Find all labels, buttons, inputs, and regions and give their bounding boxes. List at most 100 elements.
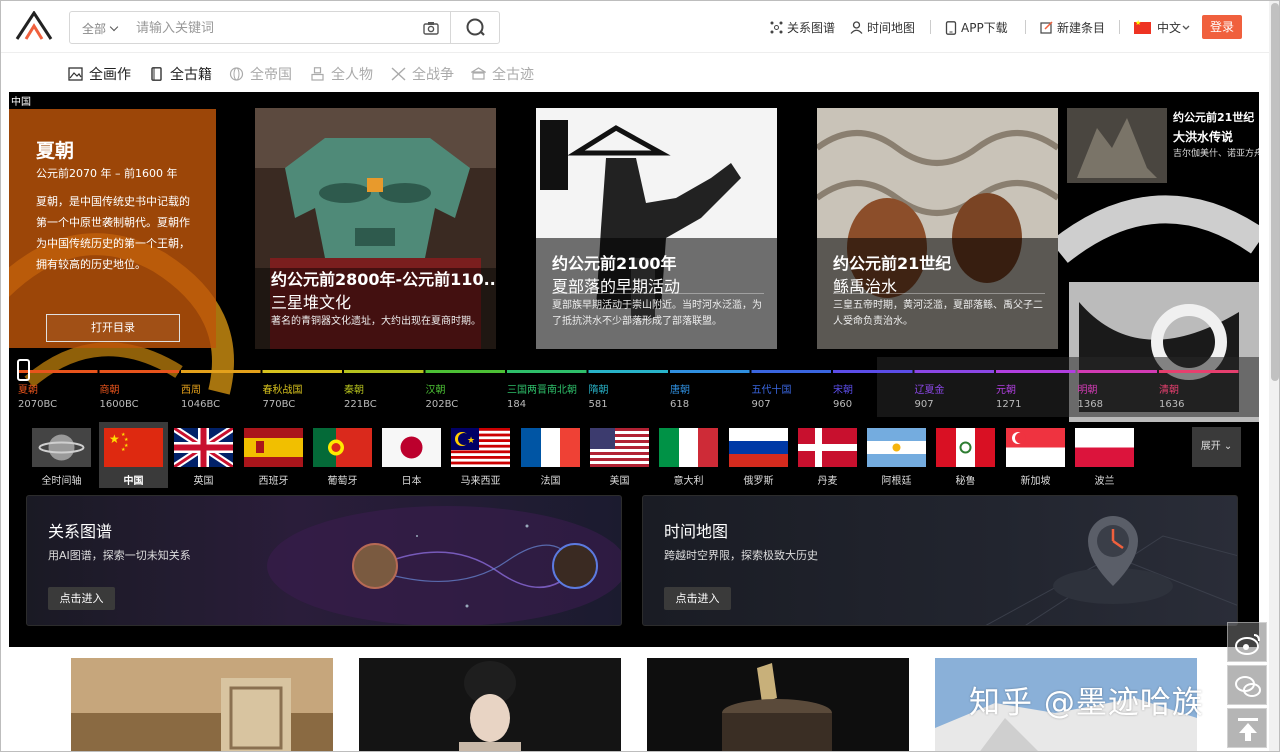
timeline-dynasty[interactable]: 清朝 1636 — [1159, 384, 1184, 412]
enter-button[interactable]: 点击进入 — [48, 587, 115, 610]
back-to-top-button[interactable] — [1227, 708, 1267, 748]
timeline-dynasty[interactable]: 秦朝 221BC — [344, 384, 377, 412]
timeline-segment[interactable] — [914, 370, 995, 373]
timeline-dynasty[interactable]: 明朝 1368 — [1078, 384, 1103, 412]
country-spain[interactable]: 西班牙 — [239, 422, 308, 488]
dynasty-name: 宋朝 — [833, 385, 853, 396]
timeline-segment[interactable] — [670, 370, 750, 373]
nav-time-map[interactable]: 时间地图 — [850, 19, 915, 36]
timeline-segment[interactable] — [1159, 370, 1239, 373]
search-button[interactable] — [450, 12, 500, 43]
login-button[interactable]: 登录 — [1202, 15, 1242, 39]
event-card-description: 著名的青铜器文化遗址，大约出现在夏商时期。 — [271, 316, 481, 327]
expand-countries-button[interactable]: 展开 ⌄ — [1192, 427, 1241, 467]
scrollbar-thumb[interactable] — [1271, 3, 1279, 381]
timeline-segment[interactable] — [99, 370, 180, 373]
country-china[interactable]: ★ ★ ★ ★ ★ 中国 — [99, 422, 168, 488]
search-scope-select[interactable]: 全部 — [82, 20, 119, 37]
event-card-flood-control[interactable]: 约公元前21世纪 鲧禹治水 三皇五帝时期，黄河泛滥，夏部落鲧、禹父子二人受命负责… — [817, 108, 1058, 349]
country-label: 日本 — [401, 476, 422, 487]
timeline-dynasty[interactable]: 春秋战国 770BC — [263, 384, 303, 412]
country-singapore[interactable]: 新加坡 — [1001, 422, 1070, 488]
dynasty-name: 秦朝 — [344, 385, 364, 396]
site-logo[interactable] — [15, 11, 53, 41]
country-italy[interactable]: 意大利 — [654, 422, 723, 488]
country-japan[interactable]: 日本 — [377, 422, 446, 488]
panel-title: 时间地图 — [664, 522, 729, 541]
enter-button[interactable]: 点击进入 — [664, 587, 731, 610]
category-empires[interactable]: 全帝国 — [229, 64, 292, 84]
timeline-dynasty[interactable]: 汉朝 202BC — [426, 384, 459, 412]
weibo-share-button[interactable] — [1227, 622, 1267, 662]
dynasty-name: 汉朝 — [425, 385, 446, 396]
dynasty-name: 清朝 — [1159, 385, 1179, 396]
open-catalog-button[interactable]: 打开目录 — [46, 314, 180, 342]
timeline-segment[interactable] — [751, 370, 832, 373]
timeline-dynasty[interactable]: 唐朝 618 — [670, 384, 690, 412]
event-card-xia-tribe[interactable]: 约公元前2100年 夏部落的早期活动 夏部族早期活动于崇山附近。当时河水泛滥，为… — [536, 108, 777, 349]
dynasty-name: 春秋战国 — [262, 385, 303, 396]
category-paintings[interactable]: 全画作 — [68, 64, 131, 84]
content-card-image[interactable] — [359, 658, 621, 752]
arrow-up-icon — [1238, 718, 1258, 741]
timeline-segment[interactable] — [588, 370, 669, 373]
timeline-dynasty[interactable]: 宋朝 960 — [833, 384, 853, 412]
country-russia[interactable]: 俄罗斯 — [724, 422, 793, 488]
category-bar: 全画作 全古籍 全帝国 全人物 全战争 全古迹 — [1, 54, 1269, 92]
category-wars[interactable]: 全战争 — [391, 64, 454, 84]
hero-section: 中国 夏朝 公元前2070 年 – 前1600 年 夏朝，是中国传统史书中记载的… — [9, 92, 1259, 647]
edit-icon — [1040, 21, 1053, 34]
timeline-segment[interactable] — [1077, 370, 1158, 373]
event-card-subtitle: 大洪水传说 — [1173, 130, 1234, 144]
dynasty-name: 唐朝 — [670, 385, 690, 396]
feature-panel-relationship-graph[interactable]: 关系图谱 用AI图谱，探索一切未知关系 点击进入 — [26, 495, 622, 626]
nav-app-download[interactable]: APP下载 — [945, 19, 1008, 36]
country-label: 波兰 — [1094, 476, 1115, 487]
country-all-timeline[interactable]: 全时间轴 — [27, 422, 96, 488]
nav-new-entry[interactable]: 新建条目 — [1040, 19, 1105, 36]
category-monuments[interactable]: 全古迹 — [471, 64, 534, 84]
content-card-image[interactable] — [647, 658, 909, 752]
event-card-sanxingdui[interactable]: 约公元前2800年-公元前110... 三星堆文化 著名的青铜器文化遗址，大约出… — [255, 108, 496, 349]
country-malaysia[interactable]: ★ 马来西亚 — [446, 422, 515, 488]
timeline-dynasty[interactable]: 三国两晋南北朝 184 — [507, 384, 577, 412]
search-input[interactable] — [136, 17, 416, 39]
camera-icon[interactable] — [422, 19, 440, 37]
country-peru[interactable]: 秘鲁 — [931, 422, 1000, 488]
timeline-dynasty[interactable]: 五代十国 907 — [752, 384, 792, 412]
country-label: 法国 — [540, 476, 561, 487]
feature-panel-time-map[interactable]: 时间地图 跨越时空界限，探索极致大历史 点击进入 — [642, 495, 1238, 626]
timeline-segment[interactable] — [833, 370, 913, 373]
country-portugal[interactable]: 葡萄牙 — [308, 422, 377, 488]
category-ancient-books[interactable]: 全古籍 — [149, 64, 212, 84]
content-card-image[interactable] — [71, 658, 333, 752]
timeline-segment[interactable] — [344, 370, 424, 373]
timeline-segment[interactable] — [425, 370, 506, 373]
country-france[interactable]: 法国 — [516, 422, 585, 488]
timeline-dynasty[interactable]: 隋朝 581 — [589, 384, 609, 412]
language-select[interactable]: 中文 — [1134, 19, 1195, 36]
flag-uk-icon — [174, 428, 233, 467]
vertical-scrollbar[interactable] — [1269, 1, 1279, 751]
country-poland[interactable]: 波兰 — [1070, 422, 1139, 488]
timeline-segment[interactable] — [996, 370, 1076, 373]
timeline-dynasty[interactable]: 夏朝 2070BC — [18, 384, 57, 412]
timeline-segment[interactable] — [262, 370, 343, 373]
flood-legend-image — [1067, 108, 1167, 183]
timeline-segment[interactable] — [181, 370, 261, 373]
country-uk[interactable]: 英国 — [169, 422, 238, 488]
category-people[interactable]: 全人物 — [310, 64, 373, 84]
nav-relationship-graph[interactable]: 关系图谱 — [770, 19, 835, 36]
timeline-dynasty[interactable]: 商朝 1600BC — [100, 384, 139, 412]
timeline-dynasty[interactable]: 辽夏金 907 — [915, 384, 945, 412]
event-card-great-flood[interactable]: 约公元前21世纪 大洪水传说 吉尔伽美什、诺亚方舟……世界各民族古传说中都… — [1067, 108, 1259, 188]
timeline-slider-handle[interactable] — [17, 359, 30, 381]
timeline-dynasty[interactable]: 元朝 1271 — [996, 384, 1021, 412]
country-denmark[interactable]: 丹麦 — [793, 422, 862, 488]
country-usa[interactable]: 美国 — [585, 422, 654, 488]
timeline-dynasty[interactable]: 西周 1046BC — [181, 384, 220, 412]
chevron-down-icon: ⌄ — [1223, 441, 1233, 452]
timeline-segment[interactable] — [507, 370, 587, 373]
wechat-share-button[interactable] — [1227, 665, 1267, 705]
country-argentina[interactable]: 阿根廷 — [862, 422, 931, 488]
